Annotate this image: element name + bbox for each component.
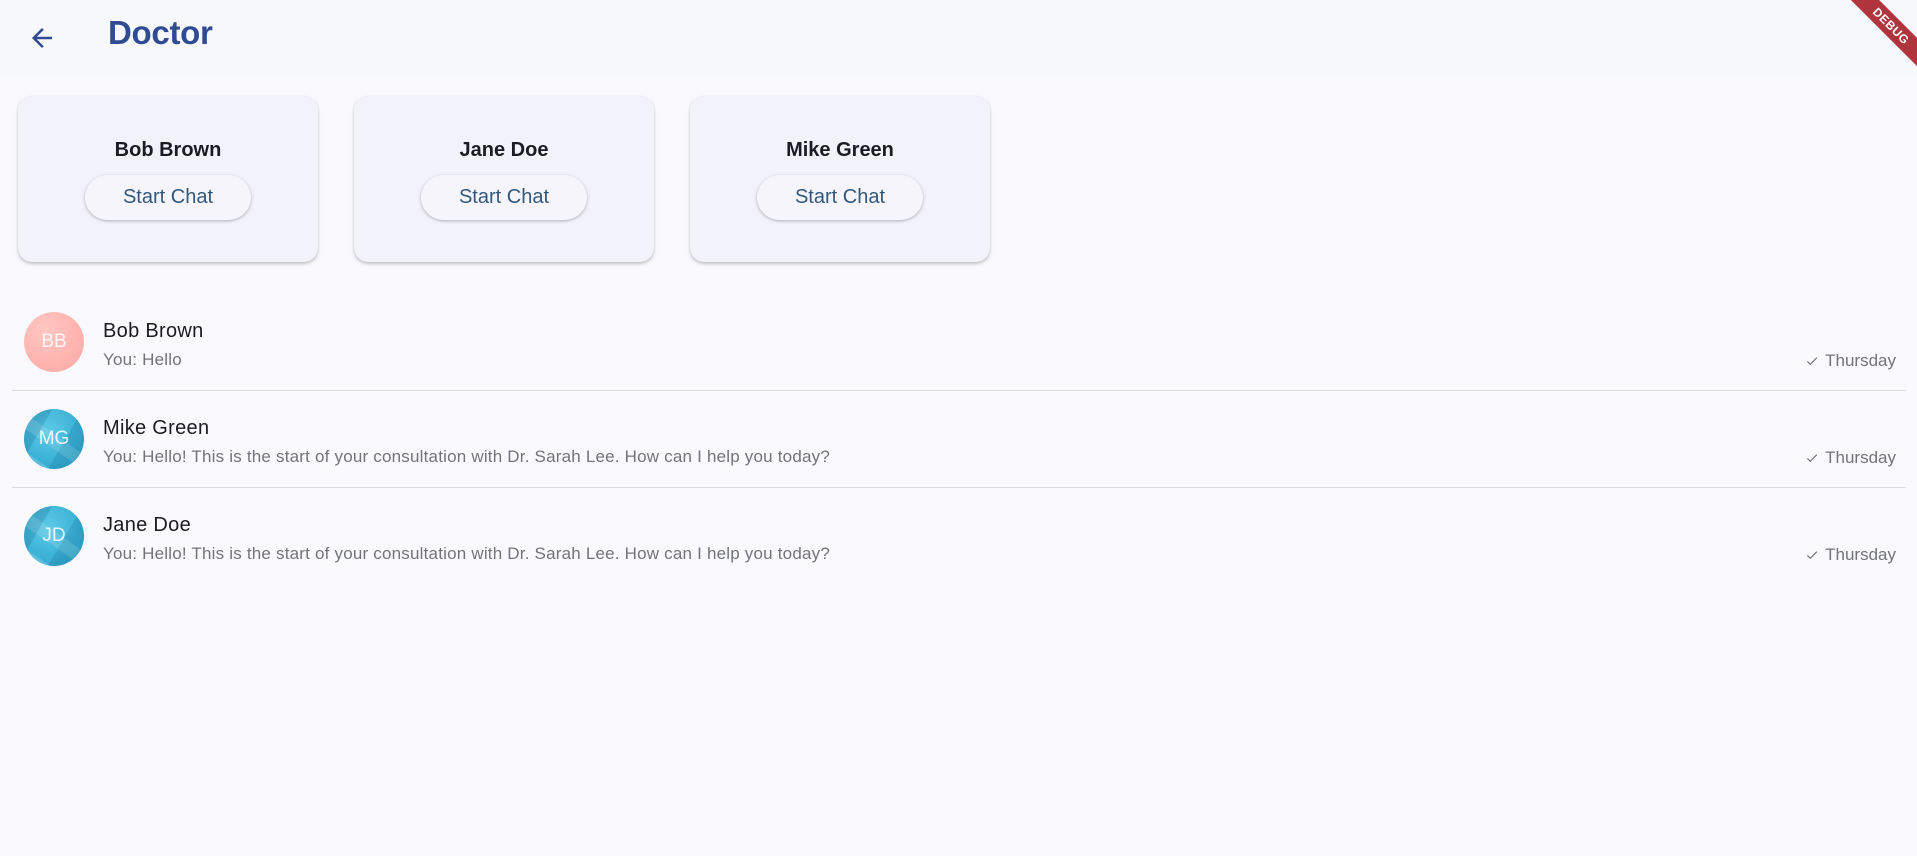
doctor-card: Mike Green Start Chat — [690, 96, 990, 262]
debug-banner: DEBUG — [1837, 0, 1917, 80]
app-bar: Doctor — [0, 0, 1917, 76]
chat-list: BB Bob Brown You: Hello Thursday MG Mike… — [12, 294, 1906, 584]
back-button[interactable] — [20, 16, 64, 60]
start-chat-button[interactable]: Start Chat — [757, 175, 923, 220]
avatar-initials: MG — [38, 428, 70, 449]
avatar: MG — [24, 409, 84, 469]
avatar-initials: JD — [42, 525, 66, 546]
chat-meta: Thursday — [1805, 351, 1896, 371]
chat-name: Mike Green — [103, 417, 210, 439]
chat-time: Thursday — [1825, 545, 1896, 564]
chat-time: Thursday — [1825, 448, 1896, 467]
chat-preview: You: Hello! This is the start of your co… — [103, 447, 830, 466]
check-icon — [1807, 357, 1818, 366]
avatar: JD — [24, 506, 84, 566]
avatar: BB — [24, 312, 84, 372]
doctor-name: Mike Green — [786, 139, 894, 161]
chat-time: Thursday — [1825, 351, 1896, 370]
chat-preview: You: Hello — [103, 350, 182, 369]
doctor-card-row: Bob Brown Start Chat Jane Doe Start Chat… — [18, 96, 990, 262]
chat-list-item[interactable]: BB Bob Brown You: Hello Thursday — [12, 294, 1906, 391]
doctor-card: Bob Brown Start Chat — [18, 96, 318, 262]
arrow-left-icon — [32, 28, 52, 48]
chat-preview: You: Hello! This is the start of your co… — [103, 544, 830, 563]
doctor-name: Jane Doe — [459, 139, 549, 161]
start-chat-button[interactable]: Start Chat — [85, 175, 251, 220]
avatar-initials: BB — [41, 331, 67, 352]
chat-name: Jane Doe — [103, 514, 192, 536]
doctor-card: Jane Doe Start Chat — [354, 96, 654, 262]
chat-meta: Thursday — [1805, 545, 1896, 565]
debug-banner-label: DEBUG — [1841, 0, 1917, 76]
chat-name: Bob Brown — [103, 320, 204, 342]
check-icon — [1807, 454, 1818, 463]
chat-meta: Thursday — [1805, 448, 1896, 468]
page-title: Doctor — [108, 14, 213, 51]
doctor-name: Bob Brown — [114, 139, 222, 161]
chat-list-item[interactable]: MG Mike Green You: Hello! This is the st… — [12, 391, 1906, 488]
start-chat-button[interactable]: Start Chat — [421, 175, 587, 220]
check-icon — [1807, 551, 1818, 560]
chat-list-item[interactable]: JD Jane Doe You: Hello! This is the star… — [12, 488, 1906, 584]
